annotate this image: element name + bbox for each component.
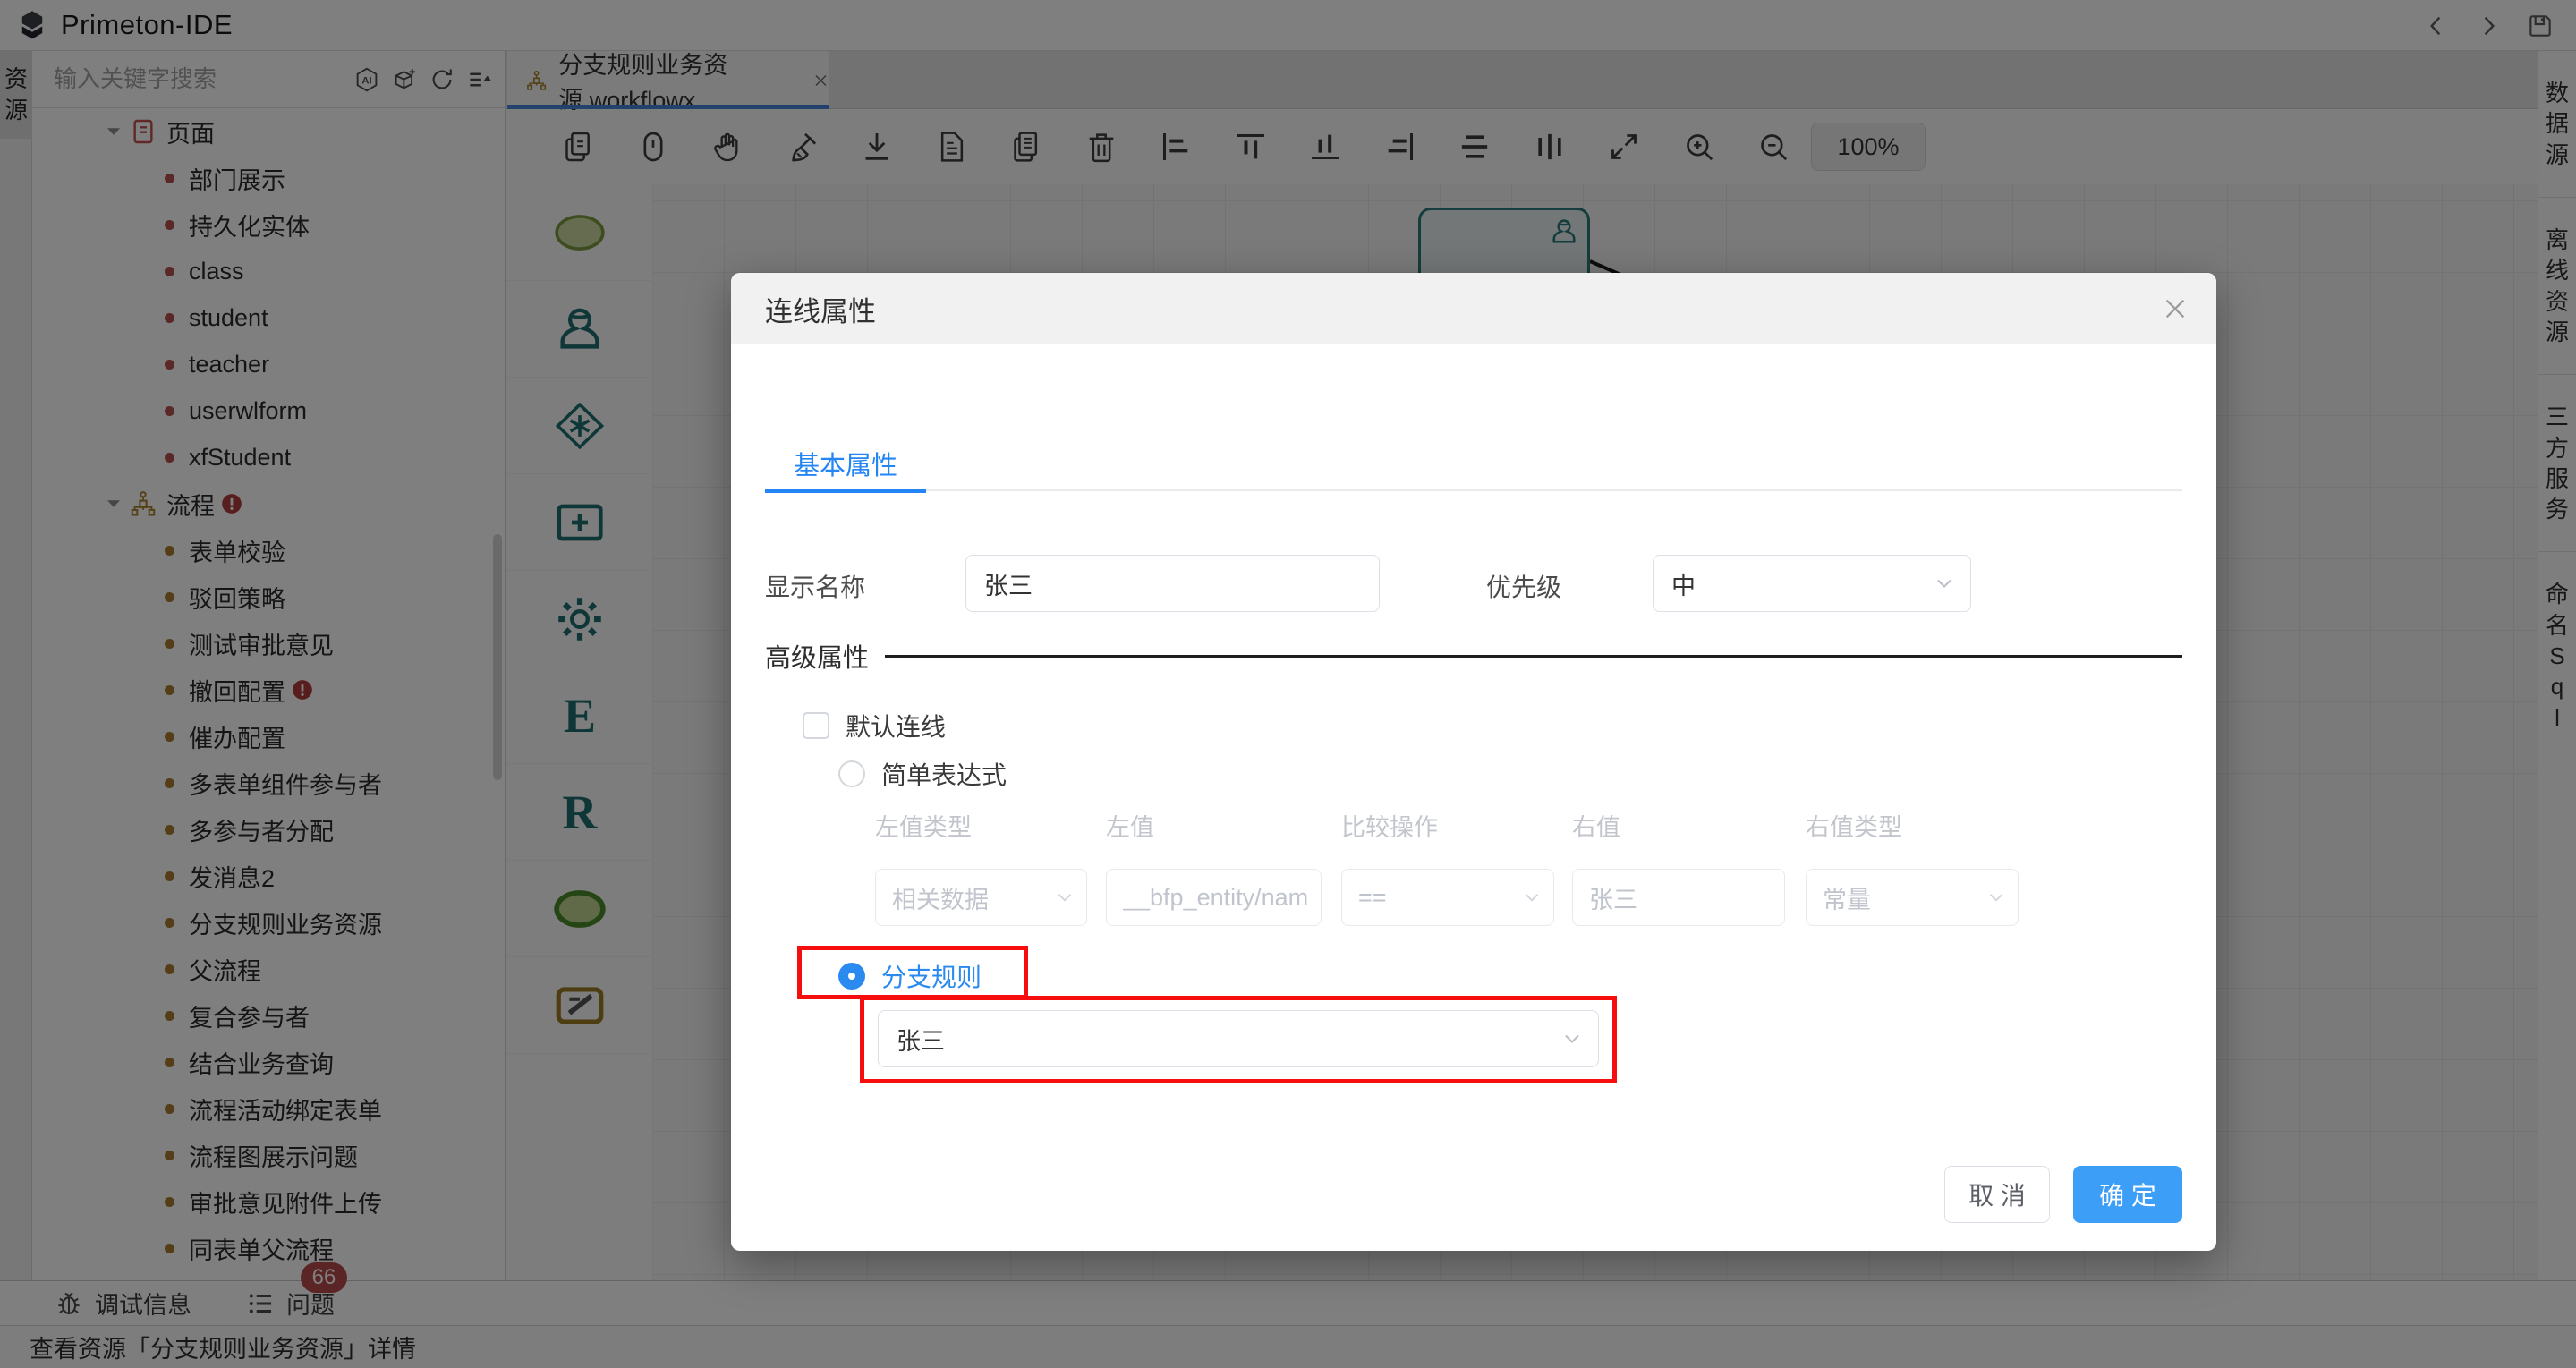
chev-down-icon [1054,887,1075,908]
expr-column-label: 左值 [1106,814,1154,841]
expr-field-select[interactable]: 常量 [1806,869,2019,926]
active-tab-underline [765,489,926,493]
default-line-row: 默认连线 [803,708,946,743]
section-divider [885,654,2182,658]
display-name-field [965,555,1380,612]
chevron-down-icon [1933,572,1956,595]
chev-down-icon [1521,887,1543,908]
priority-label: 优先级 [1486,574,1562,601]
tab-basic-properties-label: 基本属性 [793,452,897,480]
expr-field-value: 张三 [1589,886,1637,913]
priority-value: 中 [1671,572,1696,599]
expr-field-select[interactable]: == [1341,869,1554,926]
expr-field-value: __bfp_entity/nam [1123,883,1309,911]
advanced-section: 高级属性 [765,638,2182,674]
expr-field-input[interactable]: __bfp_entity/nam [1106,869,1322,926]
cancel-button[interactable]: 取 消 [1944,1166,2050,1223]
branch-rule-label: 分支规则 [881,964,982,991]
expr-field-input[interactable]: 张三 [1572,869,1785,926]
expr-field-select[interactable]: 相关数据 [875,869,1087,926]
chev-down-icon [1985,887,2007,908]
expr-column-label: 比较操作 [1341,814,1438,841]
expr-column-label: 右值 [1572,814,1620,841]
expr-column-label: 左值类型 [875,814,972,841]
display-name-input[interactable] [984,569,1343,598]
dialog-close-icon[interactable] [2161,294,2189,323]
expr-field-value: == [1358,883,1387,911]
dialog-title: 连线属性 [765,295,876,327]
chevron-down-icon [1560,1027,1584,1050]
default-line-checkbox[interactable] [803,712,829,739]
branch-rule-value: 张三 [897,1027,945,1055]
expr-field-value: 相关数据 [892,886,989,913]
advanced-section-label: 高级属性 [765,644,870,673]
branch-rule-radio[interactable] [838,963,865,990]
tab-basic-properties[interactable]: 基本属性 [765,436,926,493]
display-name-label: 显示名称 [765,574,866,601]
branch-rule-select[interactable]: 张三 [878,1010,1599,1067]
simple-expression-radio[interactable] [838,760,865,787]
simple-expression-label: 简单表达式 [881,761,1007,789]
connection-properties-dialog: 连线属性 基本属性 显示名称 优先级 中 高级属性 默认连线 简单表达式 左值类… [731,273,2216,1251]
default-line-label: 默认连线 [846,713,947,741]
branch-rule-row: 分支规则 [838,958,982,994]
ok-button[interactable]: 确 定 [2073,1166,2182,1223]
priority-select[interactable]: 中 [1653,555,1971,612]
dialog-tabs: 基本属性 [765,436,2182,493]
expr-column-label: 右值类型 [1806,814,1902,841]
dialog-header: 连线属性 [731,273,2216,344]
simple-expression-row: 简单表达式 [838,756,1007,792]
expr-field-value: 常量 [1823,886,1871,913]
